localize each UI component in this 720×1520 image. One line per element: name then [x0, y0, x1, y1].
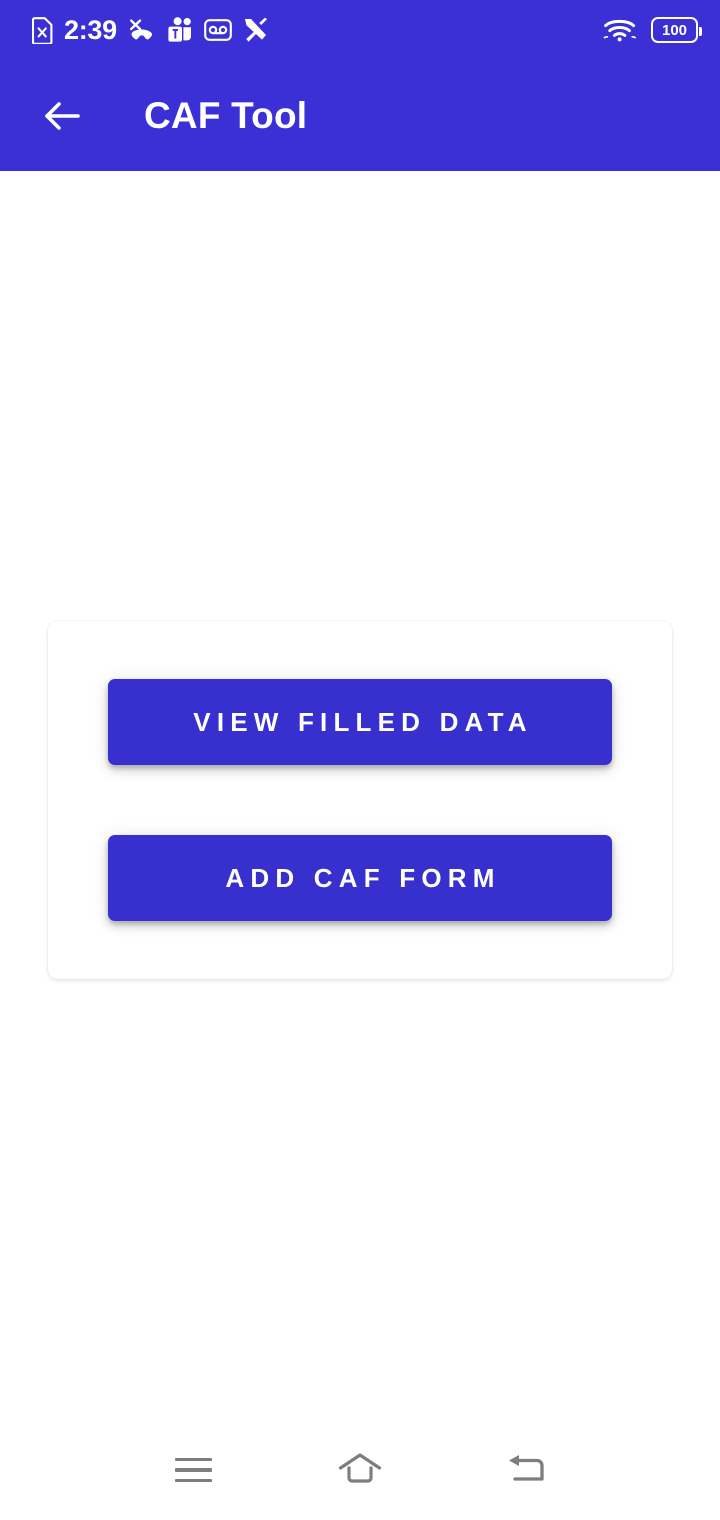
- wifi-icon: [603, 19, 637, 42]
- recents-icon: [174, 1457, 212, 1483]
- actions-card: VIEW FILLED DATA ADD CAF FORM: [48, 621, 672, 979]
- developer-tools-icon: [244, 17, 267, 42]
- status-bar: 2:39 100: [0, 0, 720, 60]
- view-filled-data-button[interactable]: VIEW FILLED DATA: [108, 679, 612, 765]
- status-bar-right-group: 100: [603, 16, 702, 44]
- add-caf-form-button[interactable]: ADD CAF FORM: [108, 835, 612, 921]
- nav-recents-button[interactable]: [158, 1440, 228, 1500]
- arrow-left-icon: [45, 101, 80, 130]
- main-content: VIEW FILLED DATA ADD CAF FORM: [0, 171, 720, 1420]
- missed-call-icon: [129, 19, 152, 40]
- nav-home-button[interactable]: [325, 1440, 395, 1500]
- app-bar: CAF Tool: [0, 60, 720, 171]
- app-bar-back-button[interactable]: [34, 88, 90, 144]
- sim-card-error-icon: [32, 16, 53, 44]
- voicemail-icon: [203, 19, 232, 41]
- back-icon: [508, 1455, 544, 1481]
- battery-level-label: 100: [661, 21, 688, 39]
- page-title: CAF Tool: [144, 94, 308, 136]
- phone-screen: 2:39 100 CAF Tool VIEW FILLED DATA ADD C…: [0, 0, 720, 1520]
- microsoft-teams-icon: [168, 17, 191, 42]
- nav-back-button[interactable]: [492, 1440, 562, 1500]
- android-navigation-bar: [0, 1420, 720, 1520]
- status-bar-clock: 2:39: [64, 14, 117, 45]
- status-bar-left-group: 2:39: [32, 14, 269, 45]
- battery-icon: 100: [651, 17, 702, 43]
- home-icon: [338, 1453, 382, 1483]
